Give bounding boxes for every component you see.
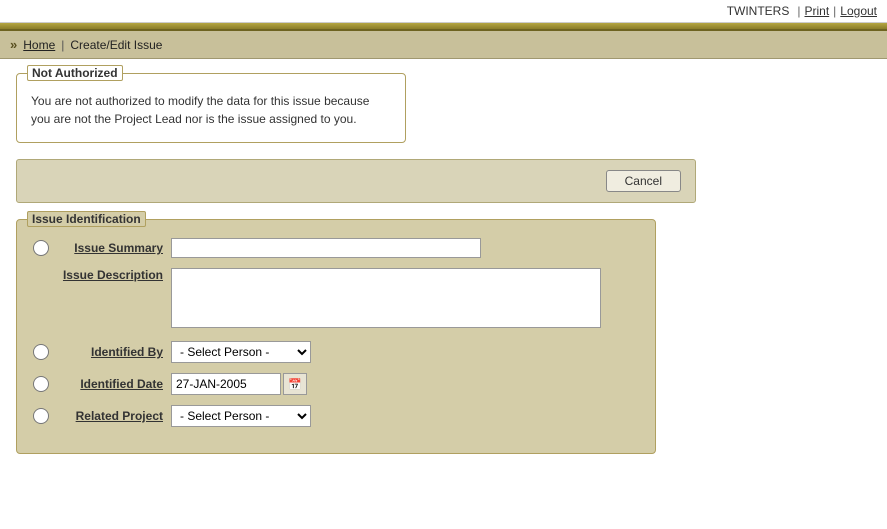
- issue-description-textarea[interactable]: [171, 268, 601, 328]
- sep2: |: [833, 4, 836, 18]
- issue-description-wrapper: [171, 268, 601, 331]
- identified-date-label[interactable]: Identified Date: [53, 377, 163, 391]
- calendar-button[interactable]: 📅: [283, 373, 307, 395]
- not-authorized-message: You are not authorized to modify the dat…: [31, 92, 391, 128]
- main-content: Not Authorized You are not authorized to…: [0, 59, 887, 468]
- issue-description-label[interactable]: Issue Description: [33, 268, 163, 282]
- related-project-select[interactable]: - Select Person - Option 1 Option 2: [171, 405, 311, 427]
- issue-summary-input[interactable]: [171, 238, 481, 258]
- identified-by-radio[interactable]: [33, 344, 49, 360]
- cancel-panel: Cancel: [16, 159, 696, 203]
- breadcrumb: » Home | Create/Edit Issue: [0, 31, 887, 59]
- logout-link[interactable]: Logout: [840, 4, 877, 18]
- not-authorized-legend: Not Authorized: [27, 65, 123, 81]
- related-project-radio[interactable]: [33, 408, 49, 424]
- issue-fieldset: Issue Identification Issue Summary Issue…: [16, 219, 656, 454]
- deco-line: [0, 23, 887, 31]
- related-project-label[interactable]: Related Project: [53, 409, 163, 423]
- identified-date-row: Identified Date 📅: [33, 373, 639, 395]
- username: TWINTERS: [727, 4, 790, 18]
- issue-description-row: Issue Description: [33, 268, 639, 331]
- cancel-button[interactable]: Cancel: [606, 170, 681, 192]
- breadcrumb-sep: |: [61, 38, 64, 52]
- print-link[interactable]: Print: [804, 4, 829, 18]
- breadcrumb-current: Create/Edit Issue: [70, 38, 162, 52]
- identified-date-radio[interactable]: [33, 376, 49, 392]
- issue-summary-label[interactable]: Issue Summary: [53, 241, 163, 255]
- sep1: |: [797, 4, 800, 18]
- related-project-row: Related Project - Select Person - Option…: [33, 405, 639, 427]
- identified-date-input[interactable]: [171, 373, 281, 395]
- not-authorized-box: Not Authorized You are not authorized to…: [16, 73, 406, 143]
- identified-by-select[interactable]: - Select Person - Option 1 Option 2: [171, 341, 311, 363]
- identified-by-label[interactable]: Identified By: [53, 345, 163, 359]
- breadcrumb-home[interactable]: Home: [23, 38, 55, 52]
- issue-summary-radio[interactable]: [33, 240, 49, 256]
- issue-fieldset-legend: Issue Identification: [27, 211, 146, 227]
- breadcrumb-arrow: »: [10, 37, 17, 52]
- calendar-icon: 📅: [288, 379, 302, 391]
- identified-by-row: Identified By - Select Person - Option 1…: [33, 341, 639, 363]
- issue-summary-row: Issue Summary: [33, 238, 639, 258]
- top-bar: TWINTERS | Print | Logout: [0, 0, 887, 23]
